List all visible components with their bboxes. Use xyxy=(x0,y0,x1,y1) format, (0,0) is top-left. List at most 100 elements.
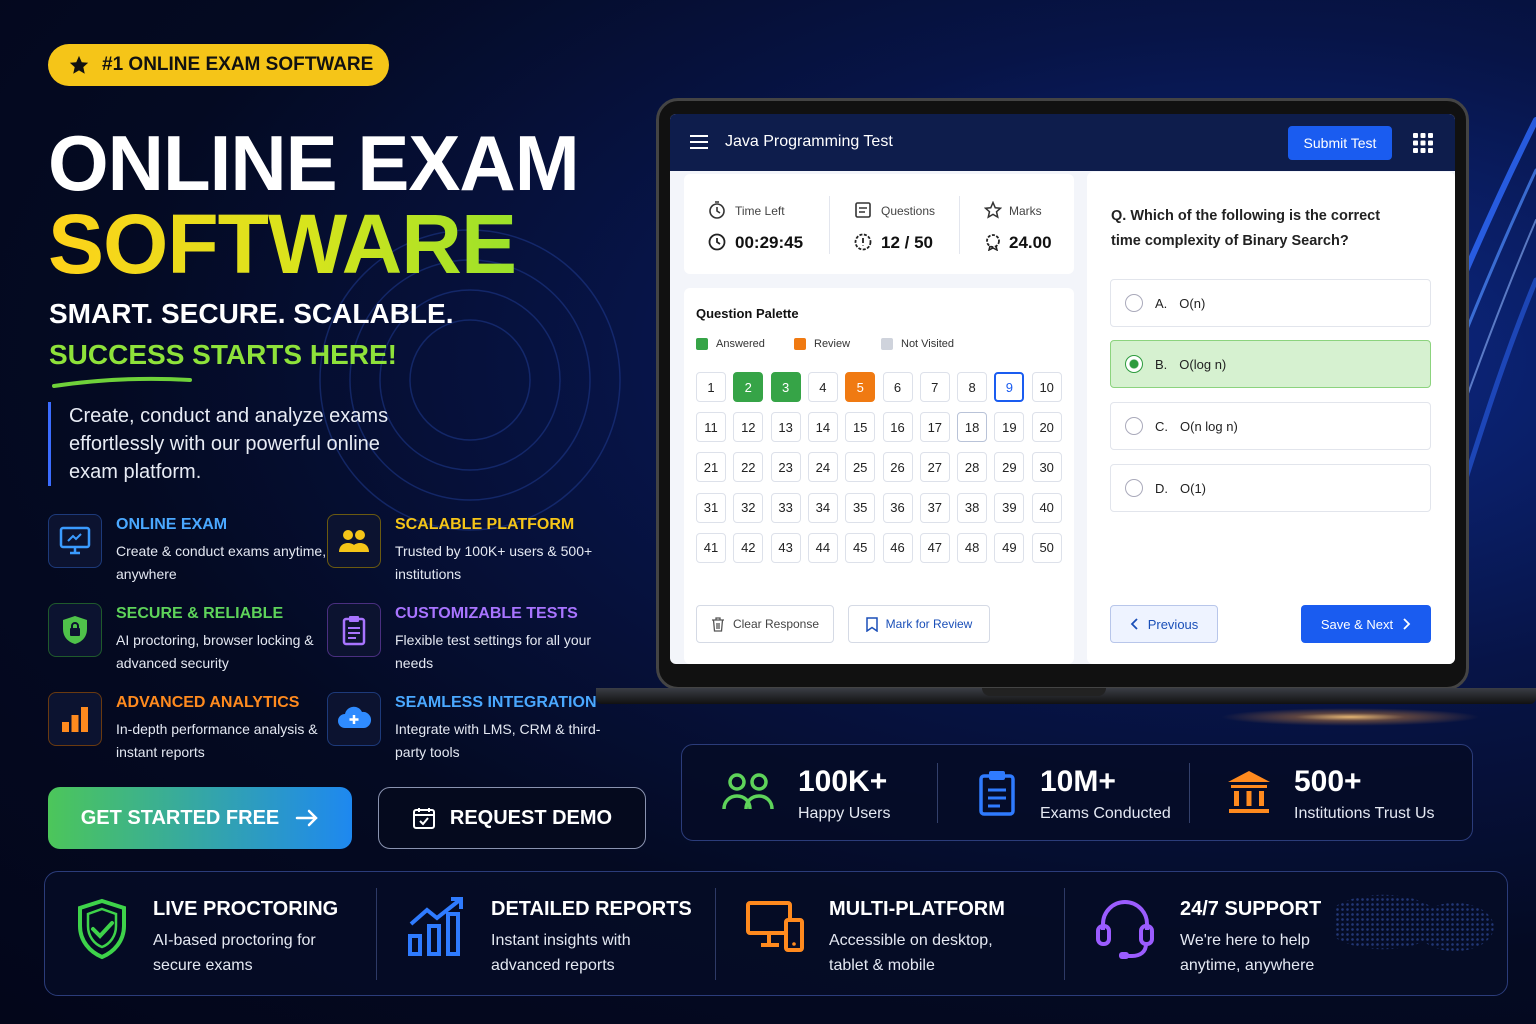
question-number-button[interactable]: 29 xyxy=(994,452,1025,483)
question-number-button[interactable]: 27 xyxy=(919,452,950,483)
option-d[interactable]: D. O(1) xyxy=(1110,464,1431,512)
hero-tagline: SMART. SECURE. SCALABLE. xyxy=(49,298,454,329)
clear-response-button[interactable]: Clear Response xyxy=(696,605,834,643)
star-icon xyxy=(69,55,89,74)
option-c[interactable]: C. O(n log n) xyxy=(1110,402,1431,450)
app-grid-icon[interactable] xyxy=(1413,133,1433,153)
question-number-button[interactable]: 42 xyxy=(733,532,764,563)
question-number-button[interactable]: 33 xyxy=(770,492,801,523)
bottom-title: DETAILED REPORTS xyxy=(491,898,692,920)
question-number-button[interactable]: 49 xyxy=(994,532,1025,563)
stat-number: 500+ xyxy=(1294,765,1362,798)
hamburger-menu-icon[interactable] xyxy=(690,134,708,150)
save-next-button[interactable]: Save & Next xyxy=(1301,605,1431,643)
chevron-left-icon xyxy=(1130,618,1138,630)
question-number-button[interactable]: 48 xyxy=(957,532,988,563)
question-number-button[interactable]: 3 xyxy=(770,372,801,402)
option-b[interactable]: B. O(log n) xyxy=(1110,340,1431,388)
question-number-button[interactable]: 13 xyxy=(770,412,801,443)
award-icon xyxy=(986,234,1000,251)
stat-number: 10M+ xyxy=(1040,765,1116,798)
previous-button[interactable]: Previous xyxy=(1110,605,1218,643)
stat-caption: Institutions Trust Us xyxy=(1294,805,1435,822)
question-number-button[interactable]: 12 xyxy=(733,412,764,443)
question-number-button[interactable]: 35 xyxy=(845,492,876,523)
feature-seamless-integration: SEAMLESS INTEGRATION Integrate with LMS,… xyxy=(327,692,600,764)
question-number-button[interactable]: 30 xyxy=(1031,452,1062,483)
radio-button[interactable] xyxy=(1125,355,1143,373)
question-number-button[interactable]: 46 xyxy=(882,532,913,563)
question-number-button[interactable]: 16 xyxy=(882,412,913,443)
question-number-button[interactable]: 22 xyxy=(733,452,764,483)
top-badge: #1 ONLINE EXAM SOFTWARE xyxy=(48,44,389,86)
question-number-button[interactable]: 7 xyxy=(919,372,950,402)
question-number-button[interactable]: 18 xyxy=(957,412,988,443)
question-number-button[interactable]: 21 xyxy=(696,452,726,483)
feature-advanced-analytics: ADVANCED ANALYTICS In-depth performance … xyxy=(48,692,318,764)
feature-title: SEAMLESS INTEGRATION xyxy=(395,694,597,711)
question-number-button[interactable]: 34 xyxy=(807,492,838,523)
trash-icon xyxy=(711,616,724,632)
question-number-button[interactable]: 14 xyxy=(807,412,838,443)
feature-scalable-platform: SCALABLE PLATFORM Trusted by 100K+ users… xyxy=(327,514,597,586)
bottom-multi-platform: MULTI-PLATFORM Accessible on desktop, ta… xyxy=(745,872,1065,995)
question-number-button[interactable]: 8 xyxy=(957,372,988,402)
question-number-button[interactable]: 50 xyxy=(1031,532,1062,563)
question-list-icon xyxy=(855,202,871,218)
badge-check-icon xyxy=(854,233,872,251)
badge-text: #1 ONLINE EXAM SOFTWARE xyxy=(102,54,374,75)
question-number-button[interactable]: 2 xyxy=(733,372,764,402)
bottom-detailed-reports: DETAILED REPORTS Instant insights with a… xyxy=(407,872,727,995)
question-number-button[interactable]: 10 xyxy=(1031,372,1062,402)
radio-button[interactable] xyxy=(1125,294,1143,312)
stat-caption: Happy Users xyxy=(798,805,891,822)
question-number-button[interactable]: 26 xyxy=(882,452,913,483)
question-number-button[interactable]: 25 xyxy=(845,452,876,483)
question-number-button[interactable]: 41 xyxy=(696,532,726,563)
get-started-button[interactable]: GET STARTED FREE xyxy=(48,787,352,849)
question-number-button[interactable]: 36 xyxy=(882,492,913,523)
question-number-button[interactable]: 39 xyxy=(994,492,1025,523)
feature-text: Integrate with LMS, CRM & third-party to… xyxy=(395,721,601,760)
mark-for-review-button[interactable]: Mark for Review xyxy=(848,605,990,643)
clipboard-icon xyxy=(327,603,381,657)
question-number-button[interactable]: 20 xyxy=(1031,412,1062,443)
question-number-button[interactable]: 38 xyxy=(957,492,988,523)
institution-icon xyxy=(1228,771,1270,813)
bottom-title: LIVE PROCTORING xyxy=(153,898,339,920)
radio-button[interactable] xyxy=(1125,479,1143,497)
question-number-button[interactable]: 37 xyxy=(919,492,950,523)
option-a[interactable]: A. O(n) xyxy=(1110,279,1431,327)
stat-value: 00:29:45 xyxy=(735,233,804,252)
request-demo-button[interactable]: REQUEST DEMO xyxy=(378,787,646,849)
feature-customizable-tests: CUSTOMIZABLE TESTS Flexible test setting… xyxy=(327,603,597,675)
question-number-button[interactable]: 4 xyxy=(807,372,838,402)
users-icon xyxy=(327,514,381,568)
feature-text: Create & conduct exams anytime, anywhere xyxy=(116,543,327,582)
question-number-button[interactable]: 11 xyxy=(696,412,726,443)
question-number-button[interactable]: 43 xyxy=(770,532,801,563)
question-number-button[interactable]: 19 xyxy=(994,412,1025,443)
radio-button[interactable] xyxy=(1125,417,1143,435)
question-number-button[interactable]: 32 xyxy=(733,492,764,523)
submit-test-button[interactable]: Submit Test xyxy=(1288,126,1392,160)
question-number-button[interactable]: 44 xyxy=(807,532,838,563)
question-number-button[interactable]: 40 xyxy=(1031,492,1062,523)
question-text: Q. Which of the following is the correct… xyxy=(1111,208,1381,249)
question-number-button[interactable]: 47 xyxy=(919,532,950,563)
question-number-button[interactable]: 6 xyxy=(882,372,913,402)
question-number-button[interactable]: 28 xyxy=(957,452,988,483)
question-number-button[interactable]: 17 xyxy=(919,412,950,443)
stat-value: 24.00 xyxy=(1009,233,1052,252)
question-number-button[interactable]: 5 xyxy=(845,372,876,402)
question-number-button[interactable]: 31 xyxy=(696,492,726,523)
question-number-button[interactable]: 24 xyxy=(807,452,838,483)
question-number-button[interactable]: 45 xyxy=(845,532,876,563)
question-number-button[interactable]: 23 xyxy=(770,452,801,483)
question-number-button[interactable]: 9 xyxy=(994,372,1025,402)
stat-label: Time Left xyxy=(735,204,785,218)
question-number-button[interactable]: 1 xyxy=(696,372,726,402)
stat-institutions: 500+ Institutions Trust Us xyxy=(1226,745,1466,842)
feature-title: SCALABLE PLATFORM xyxy=(395,516,575,533)
question-number-button[interactable]: 15 xyxy=(845,412,876,443)
